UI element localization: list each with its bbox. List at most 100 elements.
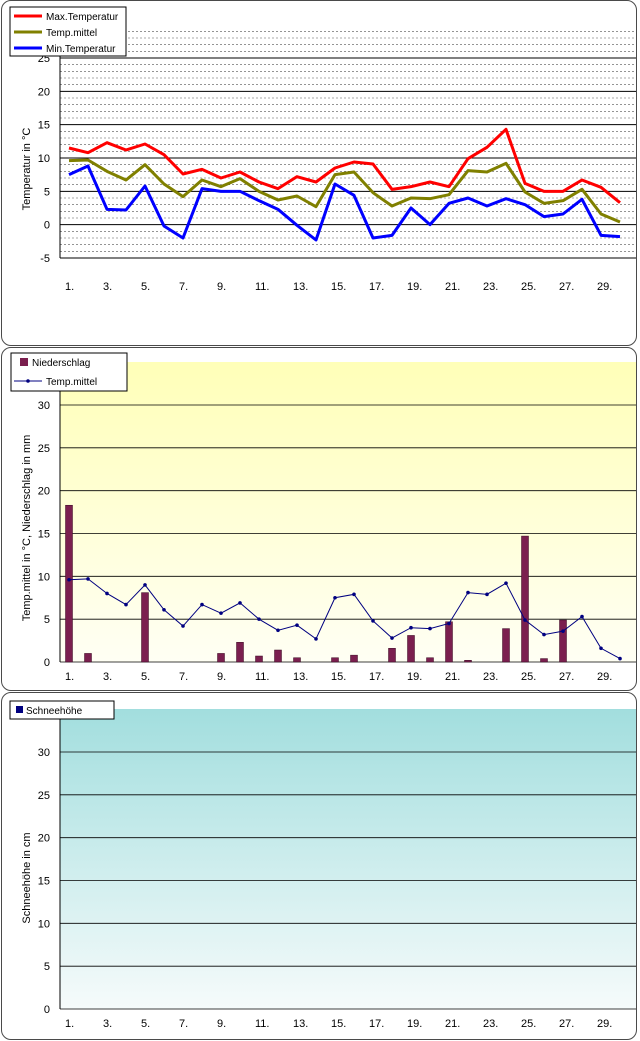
y-tick-label: 20: [38, 833, 50, 845]
y-tick-label: 15: [38, 529, 50, 541]
precip-bar: [65, 504, 73, 663]
x-tick-label: 29.: [597, 671, 612, 683]
y-tick-label: 25: [38, 790, 50, 802]
data-point: [580, 614, 584, 619]
x-tick-label: 7.: [179, 671, 188, 683]
x-tick-label: 15.: [331, 281, 346, 293]
data-point: [352, 592, 356, 597]
data-point: [295, 623, 299, 627]
legend-label: Temp.mittel: [46, 377, 97, 388]
x-tick-label: 29.: [597, 1018, 612, 1030]
data-point: [523, 618, 527, 622]
data-point: [86, 577, 90, 581]
precip-bar: [350, 654, 358, 663]
x-tick-label: 7.: [179, 1018, 188, 1030]
legend-swatch: [16, 706, 23, 713]
precip-bar: [502, 628, 510, 663]
data-point: [447, 621, 451, 626]
x-tick-label: 25.: [521, 671, 536, 683]
y-tick-label: 25: [38, 443, 50, 455]
legend-swatch: [20, 358, 28, 366]
x-tick-label: 15.: [331, 1018, 346, 1030]
precip-bar: [331, 657, 339, 663]
data-point: [105, 591, 109, 596]
y-tick-label: 30: [38, 400, 50, 412]
x-tick-label: 7.: [179, 281, 188, 293]
data-point: [162, 607, 166, 612]
data-point: [599, 646, 603, 651]
data-point: [390, 636, 394, 640]
precipitation-chart-panel: 30 25 20 15 10 5 0 1. 3. 5. 7. 9. 11. 13. 15. 17. 19. 21.…: [1, 347, 637, 691]
x-tick-label: 21.: [445, 1018, 460, 1030]
x-tick-label: 27.: [559, 281, 574, 293]
temperature-chart: 2520151050-51. 3. 5. 7. 9. 11. 13. 15. 17. 19. 21.…: [9, 6, 636, 293]
data-point: [504, 581, 508, 585]
snow-depth-chart: 30 25 20 15 10 5 0 1. 3. 5. 7. 9. 11. 13. 15. 17. 19. 21.…: [9, 700, 636, 1030]
legend-label: Temp.mittel: [46, 28, 97, 39]
precip-bar: [255, 655, 263, 663]
precip-bar: [540, 658, 548, 663]
x-tick-label: 5.: [141, 281, 150, 293]
x-tick-label: 11.: [255, 671, 269, 683]
x-tick-label: 11.: [255, 1018, 269, 1030]
x-tick-label: 27.: [559, 1018, 574, 1030]
y-tick-label: 10: [38, 153, 50, 165]
y-tick-label: 0: [44, 657, 50, 669]
precip-bar: [84, 653, 92, 663]
y-tick-label: 10: [38, 571, 50, 583]
precip-bar: [217, 653, 225, 663]
y-axis-label: Schneehöhe in cm: [21, 832, 33, 923]
y-tick-label: -5: [40, 253, 50, 265]
x-tick-label: 19.: [407, 281, 422, 293]
data-point: [314, 637, 318, 641]
x-tick-label: 1.: [65, 1018, 74, 1030]
legend-label: Niederschlag: [32, 358, 90, 369]
data-point: [371, 619, 375, 623]
y-tick-label: 0: [44, 220, 50, 232]
legend-label: Min.Temperatur: [46, 44, 116, 55]
legend: Max.Temperatur Temp.mittel Min.Temperatur: [9, 6, 127, 57]
y-tick-label: 15: [38, 876, 50, 888]
x-tick-label: 15.: [331, 671, 346, 683]
legend-marker: [26, 379, 30, 383]
x-tick-label: 23.: [483, 671, 498, 683]
precip-bar: [141, 592, 149, 663]
precip-bar: [236, 642, 244, 663]
x-tick-label: 17.: [369, 281, 384, 293]
y-tick-label: 15: [38, 120, 50, 132]
data-point: [428, 626, 432, 631]
data-point: [276, 628, 280, 633]
x-tick-label: 3.: [103, 281, 112, 293]
x-tick-label: 3.: [103, 671, 112, 683]
data-point: [143, 583, 147, 587]
x-tick-label: 23.: [483, 281, 498, 293]
legend-label: Schneehöhe: [26, 706, 83, 717]
y-tick-label: 30: [38, 747, 50, 759]
x-tick-label: 5.: [141, 671, 150, 683]
legend: Niederschlag Temp.mittel: [10, 352, 128, 392]
data-point: [485, 592, 489, 597]
precip-bar: [274, 649, 282, 663]
y-tick-label: 20: [38, 486, 50, 498]
data-point: [181, 624, 185, 628]
legend-label: Max.Temperatur: [46, 12, 119, 23]
data-point: [238, 601, 242, 605]
x-tick-label: 27.: [559, 671, 574, 683]
data-point: [257, 617, 261, 621]
x-tick-label: 19.: [407, 1018, 422, 1030]
x-tick-label: 11.: [255, 281, 269, 293]
x-tick-label: 29.: [597, 281, 612, 293]
precip-bar: [293, 657, 301, 663]
precip-bar: [521, 535, 529, 663]
data-point: [618, 656, 622, 661]
data-point: [333, 595, 337, 600]
data-point: [200, 602, 204, 607]
plot-area: [60, 709, 636, 1009]
data-point: [409, 625, 413, 630]
precip-bar: [445, 621, 453, 663]
temperature-chart-panel: 25 20 15 10 5 0 -5 1. 3. 5. 7. 9. 11. 13. 15. 17. 19. 21.…: [1, 0, 637, 346]
y-tick-label: 5: [44, 961, 50, 973]
x-tick-label: 25.: [521, 1018, 536, 1030]
x-tick-label: 13.: [293, 281, 308, 293]
x-tick-label: 1.: [65, 281, 74, 293]
